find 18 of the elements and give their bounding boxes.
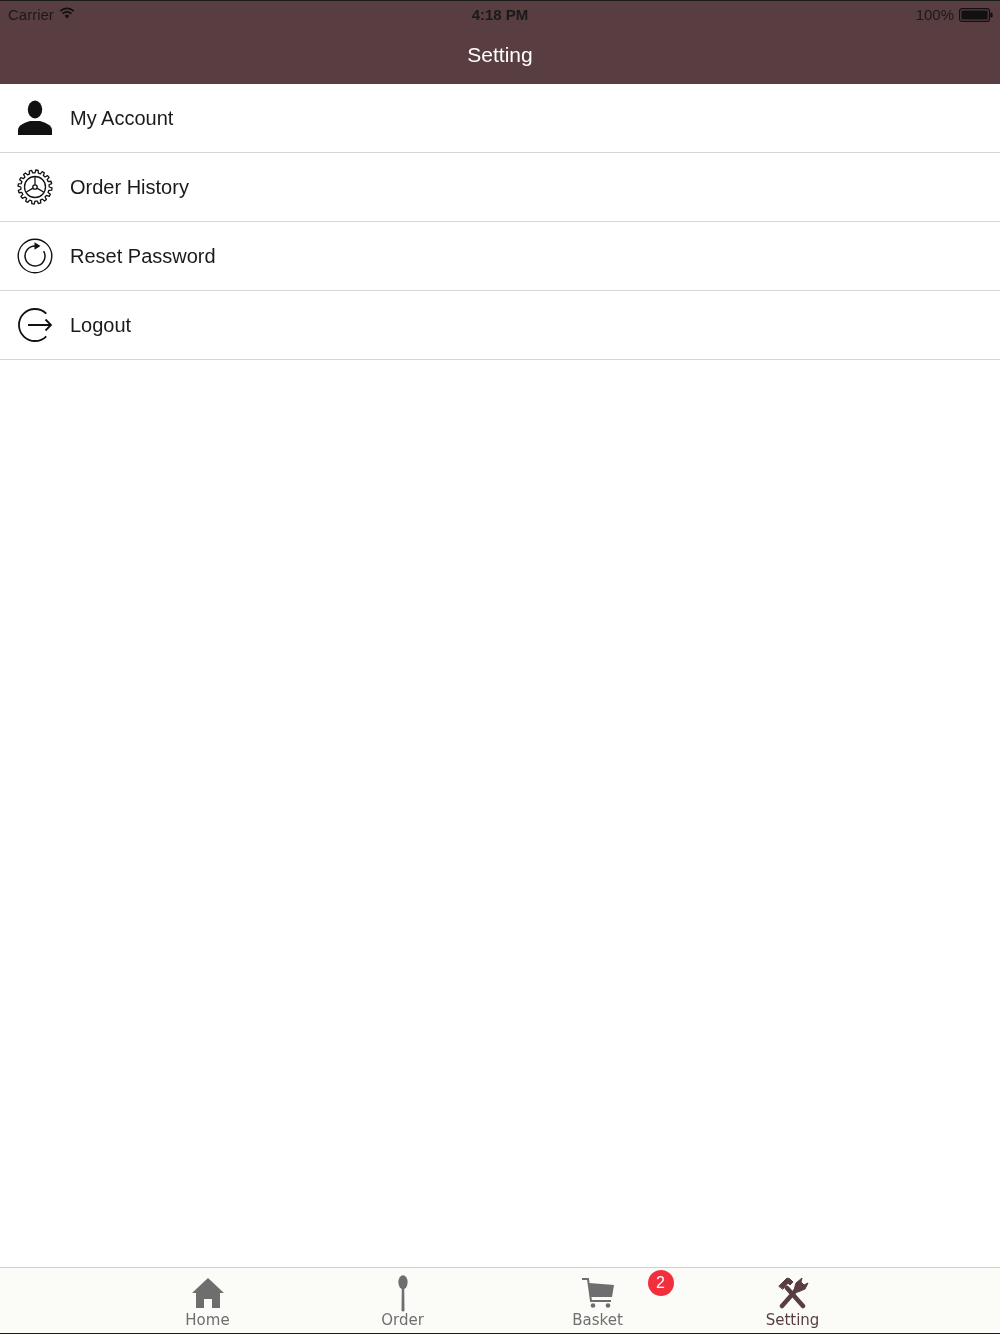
tab-item[interactable]: Basket 2 xyxy=(500,1268,695,1333)
tab-item[interactable]: Home xyxy=(110,1268,305,1333)
clock-time: 4:18 PM xyxy=(471,6,529,23)
logout-icon xyxy=(17,307,53,343)
gear-icon xyxy=(17,169,53,205)
refresh-icon xyxy=(17,238,53,274)
carrier-label: Carrier xyxy=(8,6,54,23)
tab-item[interactable]: Setting xyxy=(695,1268,890,1333)
count-badge: 2 xyxy=(647,1270,674,1296)
cart-icon xyxy=(580,1277,615,1309)
battery-icon xyxy=(959,7,993,22)
spoon-icon xyxy=(397,1275,408,1313)
house-icon xyxy=(190,1277,225,1309)
wifi-icon xyxy=(58,7,75,19)
battery-percent: 100% xyxy=(915,6,954,23)
tab-item[interactable]: Order xyxy=(305,1268,500,1333)
screen-title: Setting xyxy=(467,42,533,68)
person-icon xyxy=(17,100,53,136)
